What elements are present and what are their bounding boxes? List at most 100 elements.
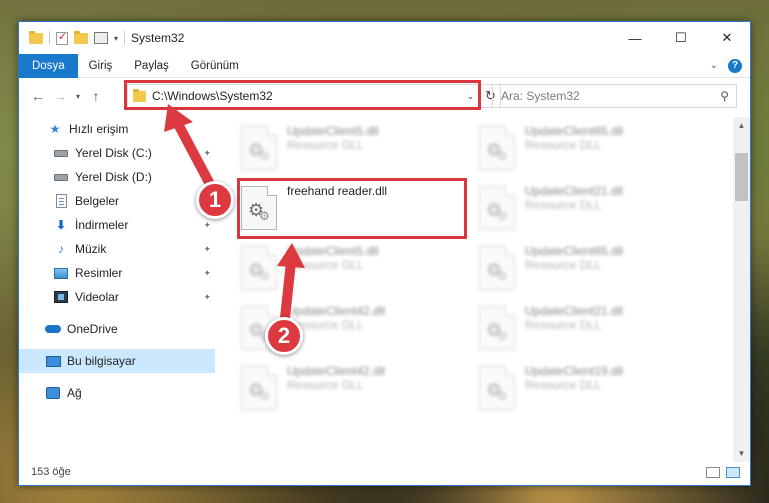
sidebar-item-label: Bu bilgisayar: [67, 354, 136, 368]
file-name: UpdateClient65.dll: [525, 124, 624, 138]
file-type: Resource DLL: [287, 138, 364, 152]
list-item[interactable]: ⚙ ⚙ UpdateClient65.dll Resource DLL: [479, 243, 707, 297]
view-switcher: [706, 466, 750, 478]
pin-icon[interactable]: ✦: [203, 292, 211, 303]
document-icon: [53, 194, 69, 208]
properties-check-icon[interactable]: [56, 30, 68, 45]
help-icon[interactable]: ?: [728, 58, 742, 73]
sidebar-item-label: Videolar: [75, 290, 119, 304]
sidebar-item-label: OneDrive: [67, 322, 118, 336]
file-type: Resource DLL: [525, 138, 602, 152]
sidebar-item-local-disk-c[interactable]: Yerel Disk (C:) ✦: [19, 141, 215, 165]
minimize-button[interactable]: —: [612, 22, 658, 54]
sidebar-item-pictures[interactable]: Resimler ✦: [19, 261, 215, 285]
dll-file-icon: ⚙⚙: [241, 366, 277, 410]
search-placeholder: Ara: System32: [501, 89, 580, 103]
new-folder-icon[interactable]: [74, 30, 88, 44]
forward-arrow-icon[interactable]: →: [49, 88, 71, 104]
ribbon-right-controls: ⌄ ?: [710, 58, 750, 73]
folder-icon: [29, 30, 43, 44]
sidebar-item-label: İndirmeler: [75, 218, 129, 232]
item-count: 153 öğe: [31, 466, 71, 478]
sidebar-item-documents[interactable]: Belgeler ✦: [19, 189, 215, 213]
file-type: Resource DLL: [525, 258, 602, 272]
pin-icon[interactable]: ✦: [203, 220, 211, 231]
ribbon-tabs: Dosya Giriş Paylaş Görünüm ⌄ ?: [19, 53, 750, 78]
file-highlight-box: [237, 178, 467, 239]
file-type: Resource DLL: [287, 258, 364, 272]
address-highlight-box: [124, 80, 481, 110]
drive-icon: [53, 170, 69, 184]
sidebar-item-label: Müzik: [75, 242, 107, 256]
separator: [49, 31, 50, 45]
customize-icon[interactable]: [94, 32, 108, 44]
chevron-down-icon[interactable]: ▾: [114, 34, 118, 43]
back-arrow-icon[interactable]: ←: [27, 88, 49, 104]
videos-icon: [53, 290, 69, 304]
pc-icon: [45, 354, 61, 368]
sidebar-item-this-pc[interactable]: Bu bilgisayar: [19, 349, 215, 373]
list-item[interactable]: ⚙ ⚙ UpdateClient21.dll Resource DLL: [479, 303, 707, 357]
step-2-badge: 2: [265, 317, 303, 355]
vertical-scrollbar[interactable]: ▲ ▼: [733, 117, 750, 462]
list-item[interactable]: ⚙ ⚙ UpdateClient19.dll Resource DLL: [479, 363, 707, 417]
scroll-up-icon[interactable]: ▲: [733, 117, 750, 134]
sidebar-item-label: Belgeler: [75, 194, 120, 208]
file-name: UpdateClient42.dll: [287, 304, 386, 318]
window-controls: — ☐ ✕: [612, 22, 750, 54]
sidebar-item-local-disk-d[interactable]: Yerel Disk (D:): [19, 165, 215, 189]
tab-file[interactable]: Dosya: [19, 53, 78, 78]
large-icons-view-icon[interactable]: [726, 466, 740, 478]
dll-file-icon: ⚙⚙: [479, 366, 515, 410]
file-list: ⚙ ⚙ UpdateClient5.dll Resource DLL ⚙ ⚙ Upda…: [219, 117, 729, 457]
tab-home[interactable]: Giriş: [78, 54, 124, 78]
list-item[interactable]: ⚙⚙ UpdateClient42.dllResource DLL: [241, 363, 469, 417]
separator: [124, 31, 126, 45]
list-item[interactable]: ⚙ ⚙ UpdateClient5.dll Resource DLL: [241, 123, 469, 177]
drive-icon: [53, 146, 69, 160]
dll-file-icon: ⚙⚙: [241, 246, 277, 290]
pin-icon[interactable]: ✦: [203, 148, 211, 159]
sidebar-item-label: Ağ: [67, 386, 82, 400]
search-input[interactable]: Ara: System32 ⚲: [492, 84, 737, 108]
file-name: UpdateClient19.dll: [525, 364, 624, 378]
tab-share[interactable]: Paylaş: [123, 54, 180, 78]
recent-locations-icon[interactable]: ▾: [71, 92, 85, 101]
list-item[interactable]: ⚙ ⚙ UpdateClient21.dll Resource DLL: [479, 183, 707, 237]
tab-view[interactable]: Görünüm: [180, 54, 250, 78]
cloud-icon: [45, 322, 61, 336]
dll-file-icon: ⚙⚙: [479, 246, 515, 290]
file-type: Resource DLL: [287, 378, 364, 392]
expand-ribbon-icon[interactable]: ⌄: [710, 60, 718, 71]
title-bar: ▾ System32 — ☐ ✕: [19, 22, 750, 54]
dll-file-icon: ⚙⚙: [241, 126, 277, 170]
sidebar-item-network[interactable]: Ağ: [19, 381, 215, 405]
pin-icon[interactable]: ✦: [203, 268, 211, 279]
sidebar-item-downloads[interactable]: ⬇ İndirmeler ✦: [19, 213, 215, 237]
file-name: UpdateClient21.dll: [525, 304, 624, 318]
file-type: Resource DLL: [525, 318, 602, 332]
pin-icon[interactable]: ✦: [203, 244, 211, 255]
scrollbar-thumb[interactable]: [735, 153, 748, 201]
step-1-badge: 1: [196, 181, 234, 219]
file-name: UpdateClient5.dll: [287, 244, 379, 258]
search-icon[interactable]: ⚲: [720, 89, 729, 103]
pictures-icon: [53, 266, 69, 280]
list-item[interactable]: ⚙ ⚙ UpdateClient65.dll Resource DLL: [479, 123, 707, 177]
details-view-icon[interactable]: [706, 466, 720, 478]
up-arrow-icon[interactable]: ↑: [85, 88, 107, 104]
list-item[interactable]: ⚙ ⚙ UpdateClient5.dll Resource DLL: [241, 243, 469, 297]
sidebar-item-videos[interactable]: Videolar ✦: [19, 285, 215, 309]
close-button[interactable]: ✕: [704, 22, 750, 54]
download-icon: ⬇: [55, 218, 67, 232]
sidebar-item-music[interactable]: ♪ Müzik ✦: [19, 237, 215, 261]
sidebar-item-label: Resimler: [75, 266, 123, 280]
sidebar-item-quick-access[interactable]: ★ Hızlı erişim: [19, 117, 215, 141]
sidebar-item-label: Yerel Disk (D:): [75, 170, 152, 184]
sidebar-item-label: Yerel Disk (C:): [75, 146, 152, 160]
network-icon: [45, 386, 61, 400]
sidebar-item-onedrive[interactable]: OneDrive: [19, 317, 215, 341]
file-name: UpdateClient42.dll: [287, 364, 386, 378]
music-icon: ♪: [58, 242, 64, 256]
maximize-button[interactable]: ☐: [658, 22, 704, 54]
